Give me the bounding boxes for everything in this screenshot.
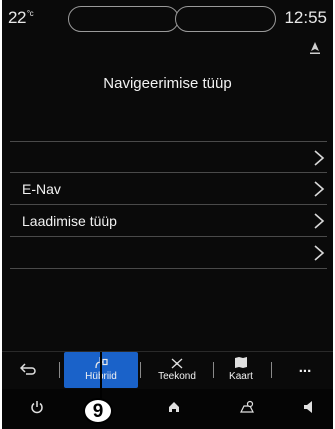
tab-separator	[140, 362, 141, 378]
chevron-right-icon	[314, 245, 325, 261]
tab-separator	[213, 362, 214, 378]
vehicle-settings-icon[interactable]	[239, 400, 255, 414]
tab-separator	[59, 362, 60, 378]
back-arrow-icon	[20, 363, 36, 375]
widget-pill-right[interactable]	[175, 6, 276, 32]
tab-map[interactable]: Kaart	[215, 352, 267, 388]
tab-bar: Hübriid Teekond Kaart ...	[2, 351, 333, 388]
status-bar: 22°c 12:55	[2, 0, 333, 36]
menu-row-label: Laadimise tüüp	[22, 213, 117, 229]
chevron-right-icon	[314, 213, 325, 229]
temperature-value: 22	[8, 8, 26, 27]
temperature-unit: °c	[26, 9, 34, 18]
callout-number: 9	[83, 398, 113, 424]
menu-row-4[interactable]	[10, 237, 327, 269]
widget-pill-left[interactable]	[68, 6, 179, 32]
menu-row-label: E-Nav	[22, 181, 61, 197]
chevron-right-icon	[314, 150, 325, 166]
callout-line	[100, 352, 102, 402]
more-label: ...	[298, 359, 312, 376]
chevron-right-icon	[314, 181, 325, 197]
infotainment-screen: 22°c 12:55 Navigeerimise tüüp E-Nav Laad…	[2, 0, 333, 429]
page-title: Navigeerimise tüüp	[103, 75, 232, 92]
back-button[interactable]	[2, 352, 54, 388]
more-button[interactable]: ...	[277, 352, 333, 388]
volume-icon[interactable]	[302, 400, 316, 414]
menu-row-charging-type[interactable]: Laadimise tüüp	[10, 205, 327, 237]
home-icon[interactable]	[167, 400, 181, 414]
tab-separator	[271, 362, 272, 378]
tab-route-label: Teekond	[158, 371, 196, 382]
tab-map-label: Kaart	[229, 371, 253, 382]
menu-row-e-nav[interactable]: E-Nav	[10, 173, 327, 205]
map-icon	[235, 357, 247, 368]
clock: 12:55	[284, 8, 327, 27]
route-icon	[171, 358, 183, 369]
bottom-bar	[2, 389, 333, 429]
navigation-arrow-icon	[310, 42, 320, 54]
tab-route[interactable]: Teekond	[143, 352, 211, 388]
settings-menu: E-Nav Laadimise tüüp	[10, 141, 327, 269]
power-icon[interactable]	[30, 400, 44, 414]
temperature-display[interactable]: 22°c	[8, 8, 34, 28]
menu-row-1[interactable]	[10, 141, 327, 173]
